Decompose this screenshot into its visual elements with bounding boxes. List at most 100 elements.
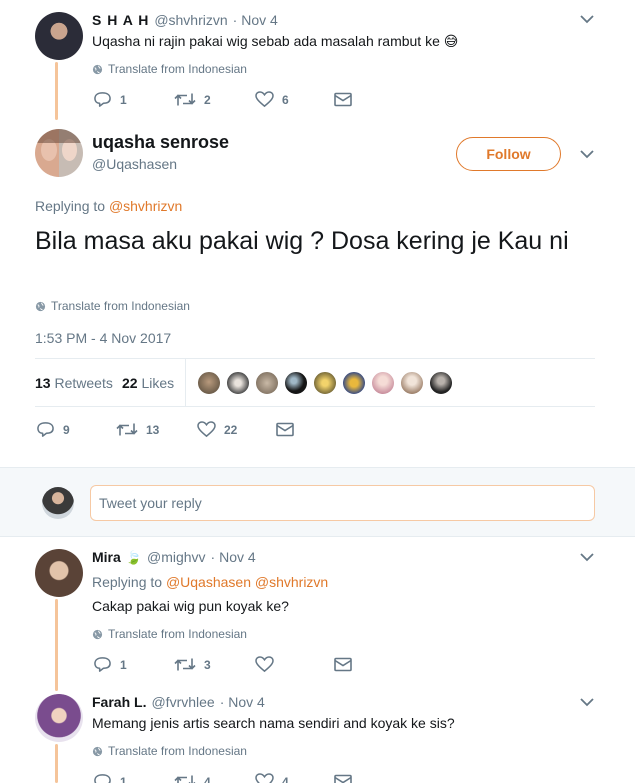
tweet-timestamp[interactable]: 1:53 PM - 4 Nov 2017 xyxy=(35,330,171,346)
tweet-date[interactable]: · Nov 4 xyxy=(211,549,256,565)
avatar[interactable] xyxy=(35,129,83,177)
mention-link[interactable]: @shvhrizvn xyxy=(109,198,182,214)
thread-line xyxy=(55,744,58,783)
chevron-down-icon[interactable] xyxy=(580,697,594,707)
reply-count: 1 xyxy=(120,657,127,672)
user-handle[interactable]: @shvhrizvn xyxy=(154,12,227,28)
translate-link[interactable]: Translate from Indonesian xyxy=(92,627,247,641)
retweet-stat[interactable]: 13 Retweets xyxy=(35,375,113,391)
liker-avatar[interactable] xyxy=(342,371,366,395)
chevron-down-icon[interactable] xyxy=(580,552,594,562)
author-name[interactable]: uqasha senrose xyxy=(92,132,229,153)
liker-avatar[interactable] xyxy=(429,371,453,395)
translate-link[interactable]: Translate from Indonesian xyxy=(35,299,190,313)
retweet-stat-label: Retweets xyxy=(54,375,113,391)
envelope-icon xyxy=(334,774,352,783)
heart-icon xyxy=(255,91,274,108)
reply-button[interactable]: 9 xyxy=(36,421,70,438)
user-handle[interactable]: @mighvv xyxy=(147,549,206,565)
reply-button[interactable]: 1 xyxy=(93,656,127,673)
retweet-button[interactable]: 2 xyxy=(174,91,211,108)
envelope-icon xyxy=(334,657,352,672)
avatar[interactable] xyxy=(35,694,83,742)
like-button[interactable]: 4 xyxy=(255,773,289,783)
like-button[interactable]: 22 xyxy=(197,421,237,438)
chevron-down-icon[interactable] xyxy=(580,149,594,159)
reply-icon xyxy=(37,422,54,437)
author-handle[interactable]: @Uqashasen xyxy=(92,156,177,172)
message-button[interactable] xyxy=(334,774,352,783)
reply-button[interactable]: 1 xyxy=(93,773,127,783)
message-button[interactable] xyxy=(334,92,352,107)
tweet-date[interactable]: · Nov 4 xyxy=(220,694,265,710)
reply-icon xyxy=(94,657,111,672)
replying-label: Replying to xyxy=(35,198,106,214)
reply-count: 1 xyxy=(120,774,127,783)
message-button[interactable] xyxy=(334,657,352,672)
user-name[interactable]: Farah L. xyxy=(92,694,146,710)
user-name[interactable]: Mira xyxy=(92,549,121,565)
translate-link[interactable]: Translate from Indonesian xyxy=(92,744,247,758)
user-avatar[interactable] xyxy=(42,487,74,519)
tweet-text: Memang jenis artis search nama sendiri a… xyxy=(92,715,455,731)
message-button[interactable] xyxy=(276,422,294,437)
leaf-emoji: 🍃 xyxy=(125,550,142,565)
thread-line xyxy=(55,62,58,120)
retweet-count: 4 xyxy=(204,774,211,783)
retweet-stat-count: 13 xyxy=(35,375,51,391)
liker-avatar[interactable] xyxy=(371,371,395,395)
stats-separator xyxy=(185,359,186,406)
globe-icon xyxy=(92,629,103,639)
tweet-date[interactable]: · Nov 4 xyxy=(233,12,278,28)
retweet-button[interactable]: 4 xyxy=(174,773,211,783)
translate-label: Translate from Indonesian xyxy=(108,62,247,76)
stats-divider-top xyxy=(35,358,595,359)
envelope-icon xyxy=(276,422,294,437)
liker-avatar[interactable] xyxy=(313,371,337,395)
globe-icon xyxy=(92,64,103,74)
reply-input[interactable]: Tweet your reply xyxy=(90,485,595,521)
liker-avatar[interactable] xyxy=(255,371,279,395)
retweet-count: 3 xyxy=(204,657,211,672)
replying-label: Replying to xyxy=(92,574,163,590)
translate-label: Translate from Indonesian xyxy=(108,627,247,641)
avatar[interactable] xyxy=(35,12,83,60)
retweet-icon xyxy=(174,93,196,106)
reply-icon xyxy=(94,774,111,783)
follow-button[interactable]: Follow xyxy=(456,137,561,171)
avatar[interactable] xyxy=(35,549,83,597)
like-stat[interactable]: 22 Likes xyxy=(122,375,174,391)
chevron-down-icon[interactable] xyxy=(580,14,594,24)
heart-icon xyxy=(255,773,274,783)
replying-to: Replying to @Uqashasen @shvhrizvn xyxy=(92,574,328,590)
translate-label: Translate from Indonesian xyxy=(108,744,247,758)
like-stat-count: 22 xyxy=(122,375,138,391)
globe-icon xyxy=(35,301,46,311)
user-name[interactable]: S H A H xyxy=(92,12,149,28)
translate-link[interactable]: Translate from Indonesian xyxy=(92,62,247,76)
mention-link[interactable]: @Uqashasen @shvhrizvn xyxy=(166,574,328,590)
like-button[interactable] xyxy=(255,656,274,673)
like-count: 22 xyxy=(224,422,238,437)
retweet-count: 13 xyxy=(146,422,160,437)
retweet-count: 2 xyxy=(204,92,211,107)
tweet-text: Cakap pakai wig pun koyak ke? xyxy=(92,598,289,614)
liker-avatar[interactable] xyxy=(197,371,221,395)
like-button[interactable]: 6 xyxy=(255,91,289,108)
heart-icon xyxy=(197,421,216,438)
retweet-icon xyxy=(174,658,196,671)
liker-avatar[interactable] xyxy=(400,371,424,395)
retweet-button[interactable]: 3 xyxy=(174,656,211,673)
reply-icon xyxy=(94,92,111,107)
reply-count: 1 xyxy=(120,92,127,107)
like-stat-label: Likes xyxy=(141,375,175,391)
reply-button[interactable]: 1 xyxy=(93,91,127,108)
globe-icon xyxy=(92,746,103,756)
liker-avatar[interactable] xyxy=(284,371,308,395)
tweet-text: Uqasha ni rajin pakai wig sebab ada masa… xyxy=(92,33,459,49)
retweet-button[interactable]: 13 xyxy=(116,421,159,438)
liker-avatar[interactable] xyxy=(226,371,250,395)
replying-to: Replying to @shvhrizvn xyxy=(35,198,182,214)
like-count: 4 xyxy=(282,774,289,783)
user-handle[interactable]: @fvrvhlee xyxy=(151,694,214,710)
